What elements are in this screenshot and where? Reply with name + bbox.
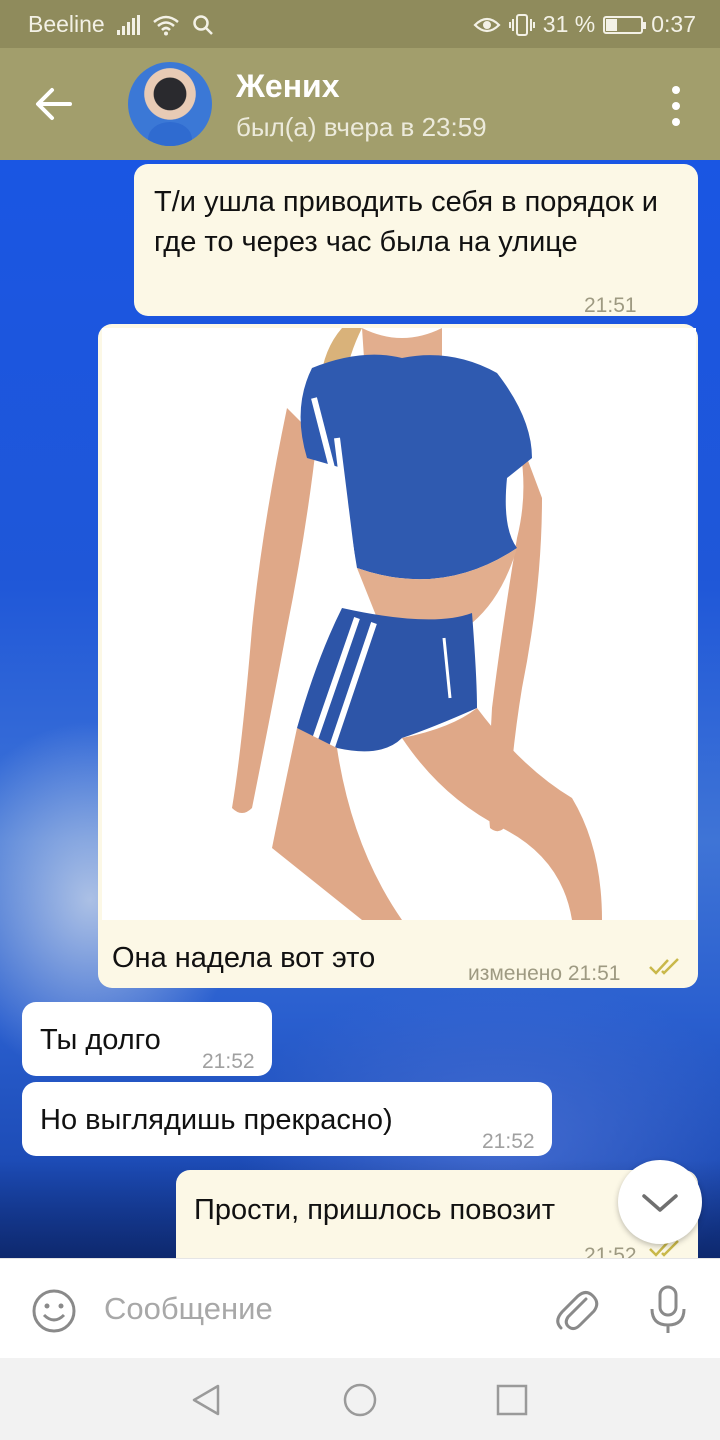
message-time: 21:52 — [482, 1130, 535, 1153]
nav-home-icon[interactable] — [342, 1382, 378, 1418]
message-time: 21:51 — [567, 962, 621, 985]
message-text: Но выглядишь прекрасно) — [40, 1104, 393, 1136]
message-text: Т/и ушла приводить себя в порядок и где … — [154, 186, 658, 258]
message-time: 21:52 — [202, 1050, 255, 1073]
battery-icon — [603, 15, 647, 34]
message-text: Ты долго — [40, 1024, 161, 1056]
message-text: Прости, пришлось повозит — [194, 1194, 556, 1226]
search-icon — [192, 14, 213, 35]
carrier-label: Beeline — [28, 11, 105, 37]
photo-attachment[interactable] — [102, 328, 696, 920]
contact-name[interactable]: Жених — [236, 68, 340, 105]
mic-icon[interactable] — [644, 1283, 692, 1337]
read-ticks-icon — [649, 958, 679, 975]
edited-label: изменено — [468, 962, 563, 985]
photo-image — [102, 328, 696, 920]
back-arrow-icon[interactable] — [30, 82, 80, 126]
vibrate-icon — [508, 13, 535, 36]
signal-icon — [116, 14, 140, 35]
scroll-down-button[interactable] — [618, 1160, 702, 1244]
wifi-icon — [152, 15, 179, 35]
message-input-bar: Сообщение — [0, 1258, 720, 1358]
emoji-icon[interactable] — [30, 1287, 78, 1335]
last-seen-status: был(а) вчера в 23:59 — [236, 112, 487, 142]
message-caption: Она надела вот это — [112, 942, 376, 974]
nav-recents-icon[interactable] — [496, 1384, 528, 1416]
system-nav-bar — [0, 1358, 720, 1440]
message-bubble-incoming[interactable]: Ты долго 21:52 — [22, 1002, 272, 1076]
avatar[interactable] — [128, 62, 212, 146]
message-time: 21:51 — [584, 294, 637, 317]
attach-icon[interactable] — [552, 1285, 600, 1335]
chevron-down-icon — [642, 1194, 678, 1212]
status-bar: Beeline 31 % 0:37 — [0, 0, 720, 48]
eye-icon — [473, 17, 501, 32]
nav-back-icon[interactable] — [188, 1382, 224, 1418]
message-input[interactable]: Сообщение — [104, 1291, 273, 1327]
more-vert-icon[interactable] — [670, 86, 682, 126]
message-edited-time: изменено 21:51 — [468, 954, 620, 994]
chat-header: Жених был(а) вчера в 23:59 — [0, 48, 720, 160]
chat-area[interactable]: Т/и ушла приводить себя в порядок и где … — [0, 160, 720, 1258]
message-bubble-outgoing[interactable]: Т/и ушла приводить себя в порядок и где … — [134, 164, 698, 317]
battery-percent: 31 % — [542, 11, 596, 37]
message-bubble-incoming[interactable]: Но выглядишь прекрасно) 21:52 — [22, 1082, 552, 1156]
clock: 0:37 — [651, 11, 696, 37]
